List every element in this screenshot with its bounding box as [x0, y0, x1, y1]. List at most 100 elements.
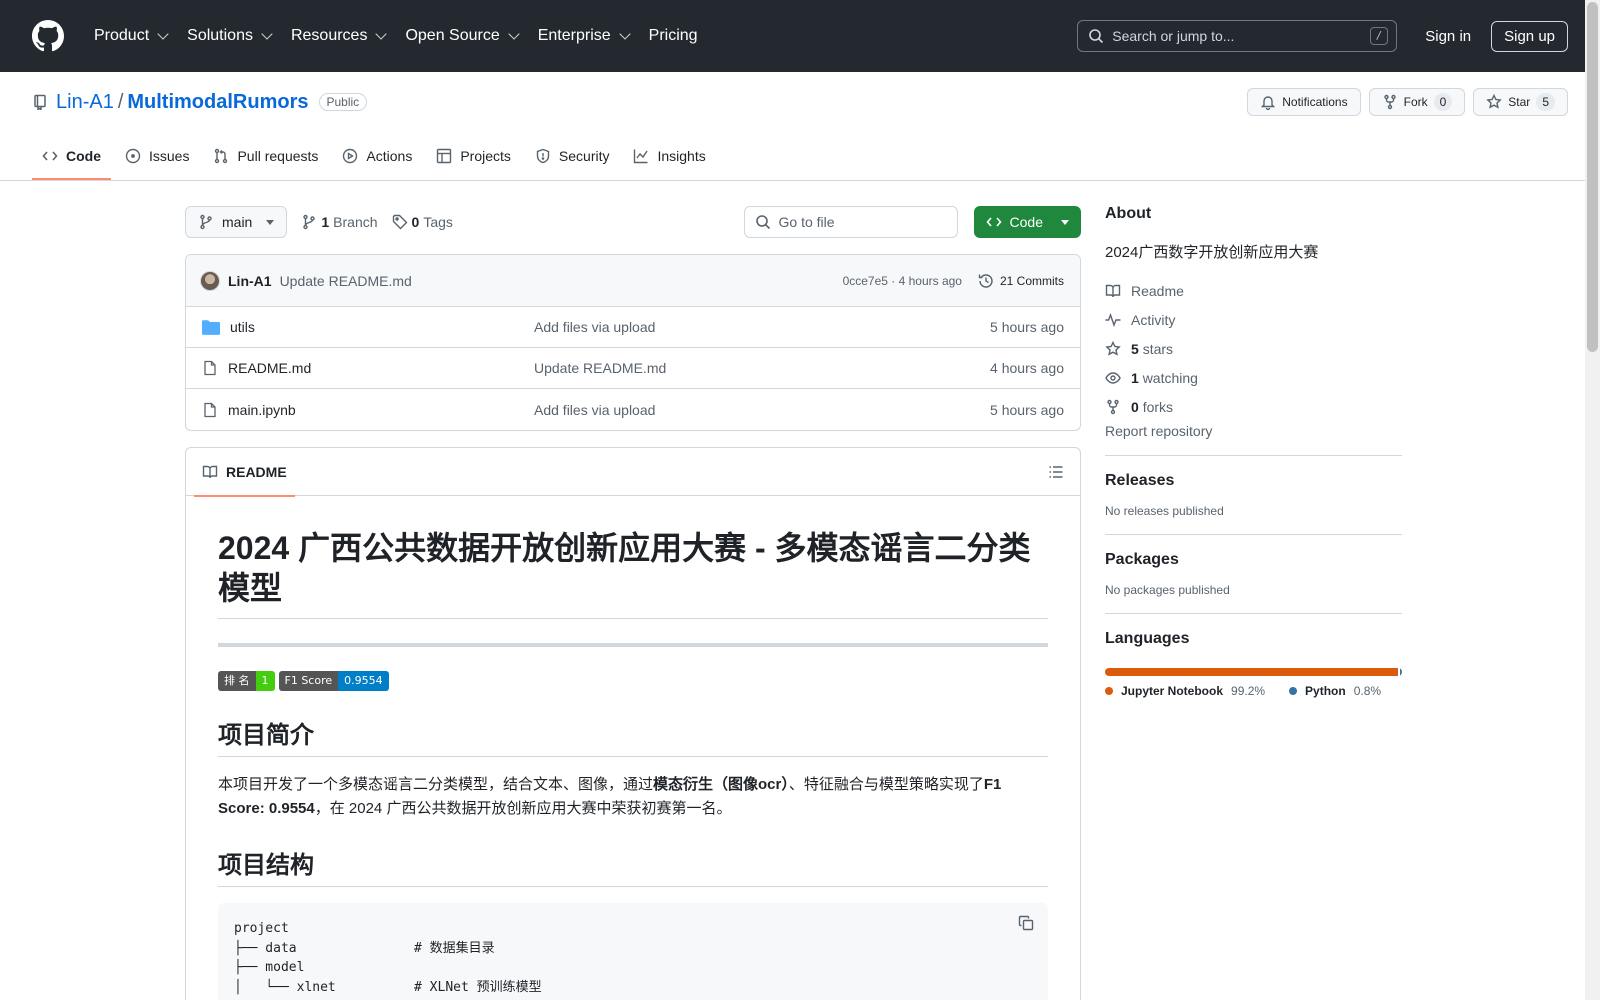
nav-pricing[interactable]: Pricing	[641, 19, 706, 53]
file-commit-message[interactable]: Add files via upload	[534, 319, 990, 335]
file-time: 5 hours ago	[990, 401, 1064, 418]
code-icon	[42, 151, 58, 161]
nav-open-source[interactable]: Open Source	[397, 19, 525, 53]
commit-hash-time[interactable]: 0cce7e5 · 4 hours ago	[843, 274, 962, 288]
repo-name-link[interactable]: MultimodalRumors	[127, 91, 308, 114]
commit-message-link[interactable]: Update README.md	[280, 273, 412, 289]
star-button[interactable]: Star 5	[1473, 88, 1568, 116]
tab-pull-requests[interactable]: Pull requests	[203, 132, 328, 180]
tab-insights[interactable]: Insights	[623, 132, 715, 180]
about-description: 2024广西数字开放创新应用大赛	[1105, 244, 1319, 261]
go-to-file-input[interactable]: Go to file	[743, 206, 958, 238]
tab-issues[interactable]: Issues	[115, 132, 199, 180]
divider	[1105, 534, 1402, 535]
code-dropdown-button[interactable]: Code	[973, 206, 1081, 238]
nav-product[interactable]: Product	[86, 19, 175, 53]
avatar[interactable]	[200, 270, 220, 291]
history-icon	[978, 273, 993, 288]
rank-badge: 排 名 1	[218, 671, 275, 691]
copy-button[interactable]	[1018, 915, 1034, 938]
book-icon	[1105, 284, 1121, 297]
tab-actions-label: Actions	[366, 148, 413, 164]
intro-text: ，在 2024 广西公共数据开放创新应用大赛中荣获初赛第一名。	[314, 800, 732, 817]
tags-link[interactable]: 0 Tags	[392, 214, 453, 230]
file-name-link[interactable]: README.md	[228, 360, 311, 376]
readme-link-label: Readme	[1131, 282, 1184, 299]
report-repository-link[interactable]: Report repository	[1105, 423, 1402, 439]
watchers-link[interactable]: 1 watching	[1105, 363, 1402, 392]
file-commit-message[interactable]: Add files via upload	[534, 402, 990, 418]
table-row: main.ipynb Add files via upload 5 hours …	[186, 389, 1080, 430]
readme-tab-label: README	[226, 463, 287, 480]
tag-icon	[392, 214, 408, 230]
language-jupyter[interactable]: Jupyter Notebook 99.2%	[1105, 684, 1265, 698]
branches-link[interactable]: 1 Branch	[301, 214, 378, 230]
eye-icon	[1105, 371, 1121, 384]
repo-header: Lin-A1 / MultimodalRumors Public Notific…	[0, 72, 1600, 181]
readme-body: 2024 广西公共数据开放创新应用大赛 - 多模态谣言二分类模型 排 名 1 F…	[186, 496, 1080, 1000]
forks-link[interactable]: 0 forks	[1105, 392, 1402, 421]
github-logo-icon[interactable]	[32, 20, 64, 52]
shield-icon	[536, 148, 550, 164]
repo-icon	[34, 94, 46, 110]
branch-count: 1	[321, 214, 330, 230]
graph-icon	[634, 149, 649, 164]
sign-in-link[interactable]: Sign in	[1413, 20, 1483, 53]
search-placeholder: Search or jump to...	[1112, 28, 1235, 44]
fork-count: 0	[1433, 93, 1453, 111]
file-name-link[interactable]: utils	[230, 319, 255, 335]
tab-issues-label: Issues	[149, 148, 190, 164]
nav-solutions[interactable]: Solutions	[179, 19, 279, 53]
tab-security[interactable]: Security	[525, 132, 620, 180]
packages-empty: No packages published	[1105, 583, 1230, 597]
commit-author-link[interactable]: Lin-A1	[228, 273, 272, 289]
tab-code[interactable]: Code	[32, 132, 111, 180]
releases-heading-link[interactable]: Releases	[1105, 472, 1402, 490]
file-name-link[interactable]: main.ipynb	[228, 402, 296, 418]
code-block-text: project ├── data # 数据集目录 ├── model │ └──…	[234, 921, 542, 995]
about-heading: About	[1105, 205, 1152, 222]
folder-icon	[202, 320, 220, 335]
repo-tabs: Code Issues Pull requests Actions Projec…	[0, 132, 1600, 180]
rank-badge-label: 排 名	[218, 671, 256, 691]
languages-heading: Languages	[1105, 630, 1190, 647]
packages-heading-link[interactable]: Packages	[1105, 551, 1402, 569]
intro-text: 、特征融合与模型策略实现了	[788, 776, 984, 793]
page-scrollbar[interactable]	[1585, 0, 1600, 1000]
tag-count: 0	[411, 214, 420, 230]
play-icon	[343, 148, 358, 164]
table-row: README.md Update README.md 4 hours ago	[186, 348, 1080, 389]
activity-link[interactable]: Activity	[1105, 305, 1402, 334]
notifications-button[interactable]: Notifications	[1247, 88, 1361, 116]
f1-badge-value: 0.9554	[338, 671, 389, 691]
tab-projects[interactable]: Projects	[426, 132, 521, 180]
branch-select-button[interactable]: main	[185, 206, 288, 238]
commits-count: 21 Commits	[999, 273, 1064, 288]
repo-owner-link[interactable]: Lin-A1	[56, 91, 114, 114]
stars-link[interactable]: 5 stars	[1105, 334, 1402, 363]
readme-tab[interactable]: README	[194, 448, 295, 497]
file-commit-message[interactable]: Update README.md	[534, 360, 990, 376]
book-icon	[202, 465, 218, 478]
code-icon	[985, 217, 1002, 227]
language-python[interactable]: Python 0.8%	[1289, 684, 1381, 698]
chevron-down-icon	[618, 28, 631, 40]
language-color-dot	[1289, 687, 1298, 695]
nav-resources[interactable]: Resources	[283, 19, 393, 53]
copy-icon	[1018, 915, 1034, 931]
readme-link[interactable]: Readme	[1105, 276, 1402, 305]
commits-history-link[interactable]: 21 Commits	[978, 273, 1064, 289]
tab-actions[interactable]: Actions	[332, 132, 422, 180]
nav-enterprise[interactable]: Enterprise	[530, 19, 637, 53]
sign-up-button[interactable]: Sign up	[1491, 20, 1568, 52]
outline-button[interactable]	[1040, 456, 1072, 488]
watching-label: watching	[1142, 369, 1198, 386]
fork-icon	[1383, 94, 1396, 110]
language-bar-segment	[1399, 668, 1402, 676]
languages-bar	[1105, 668, 1402, 676]
global-search-input[interactable]: Search or jump to... /	[1077, 20, 1398, 52]
fork-button[interactable]: Fork 0	[1368, 88, 1466, 116]
scrollbar-thumb[interactable]	[1587, 2, 1598, 352]
go-to-file-placeholder: Go to file	[778, 214, 835, 230]
readme-panel: README 2024 广西公共数据开放创新应用大赛 - 多模态谣言二分类模型 …	[185, 447, 1081, 1000]
